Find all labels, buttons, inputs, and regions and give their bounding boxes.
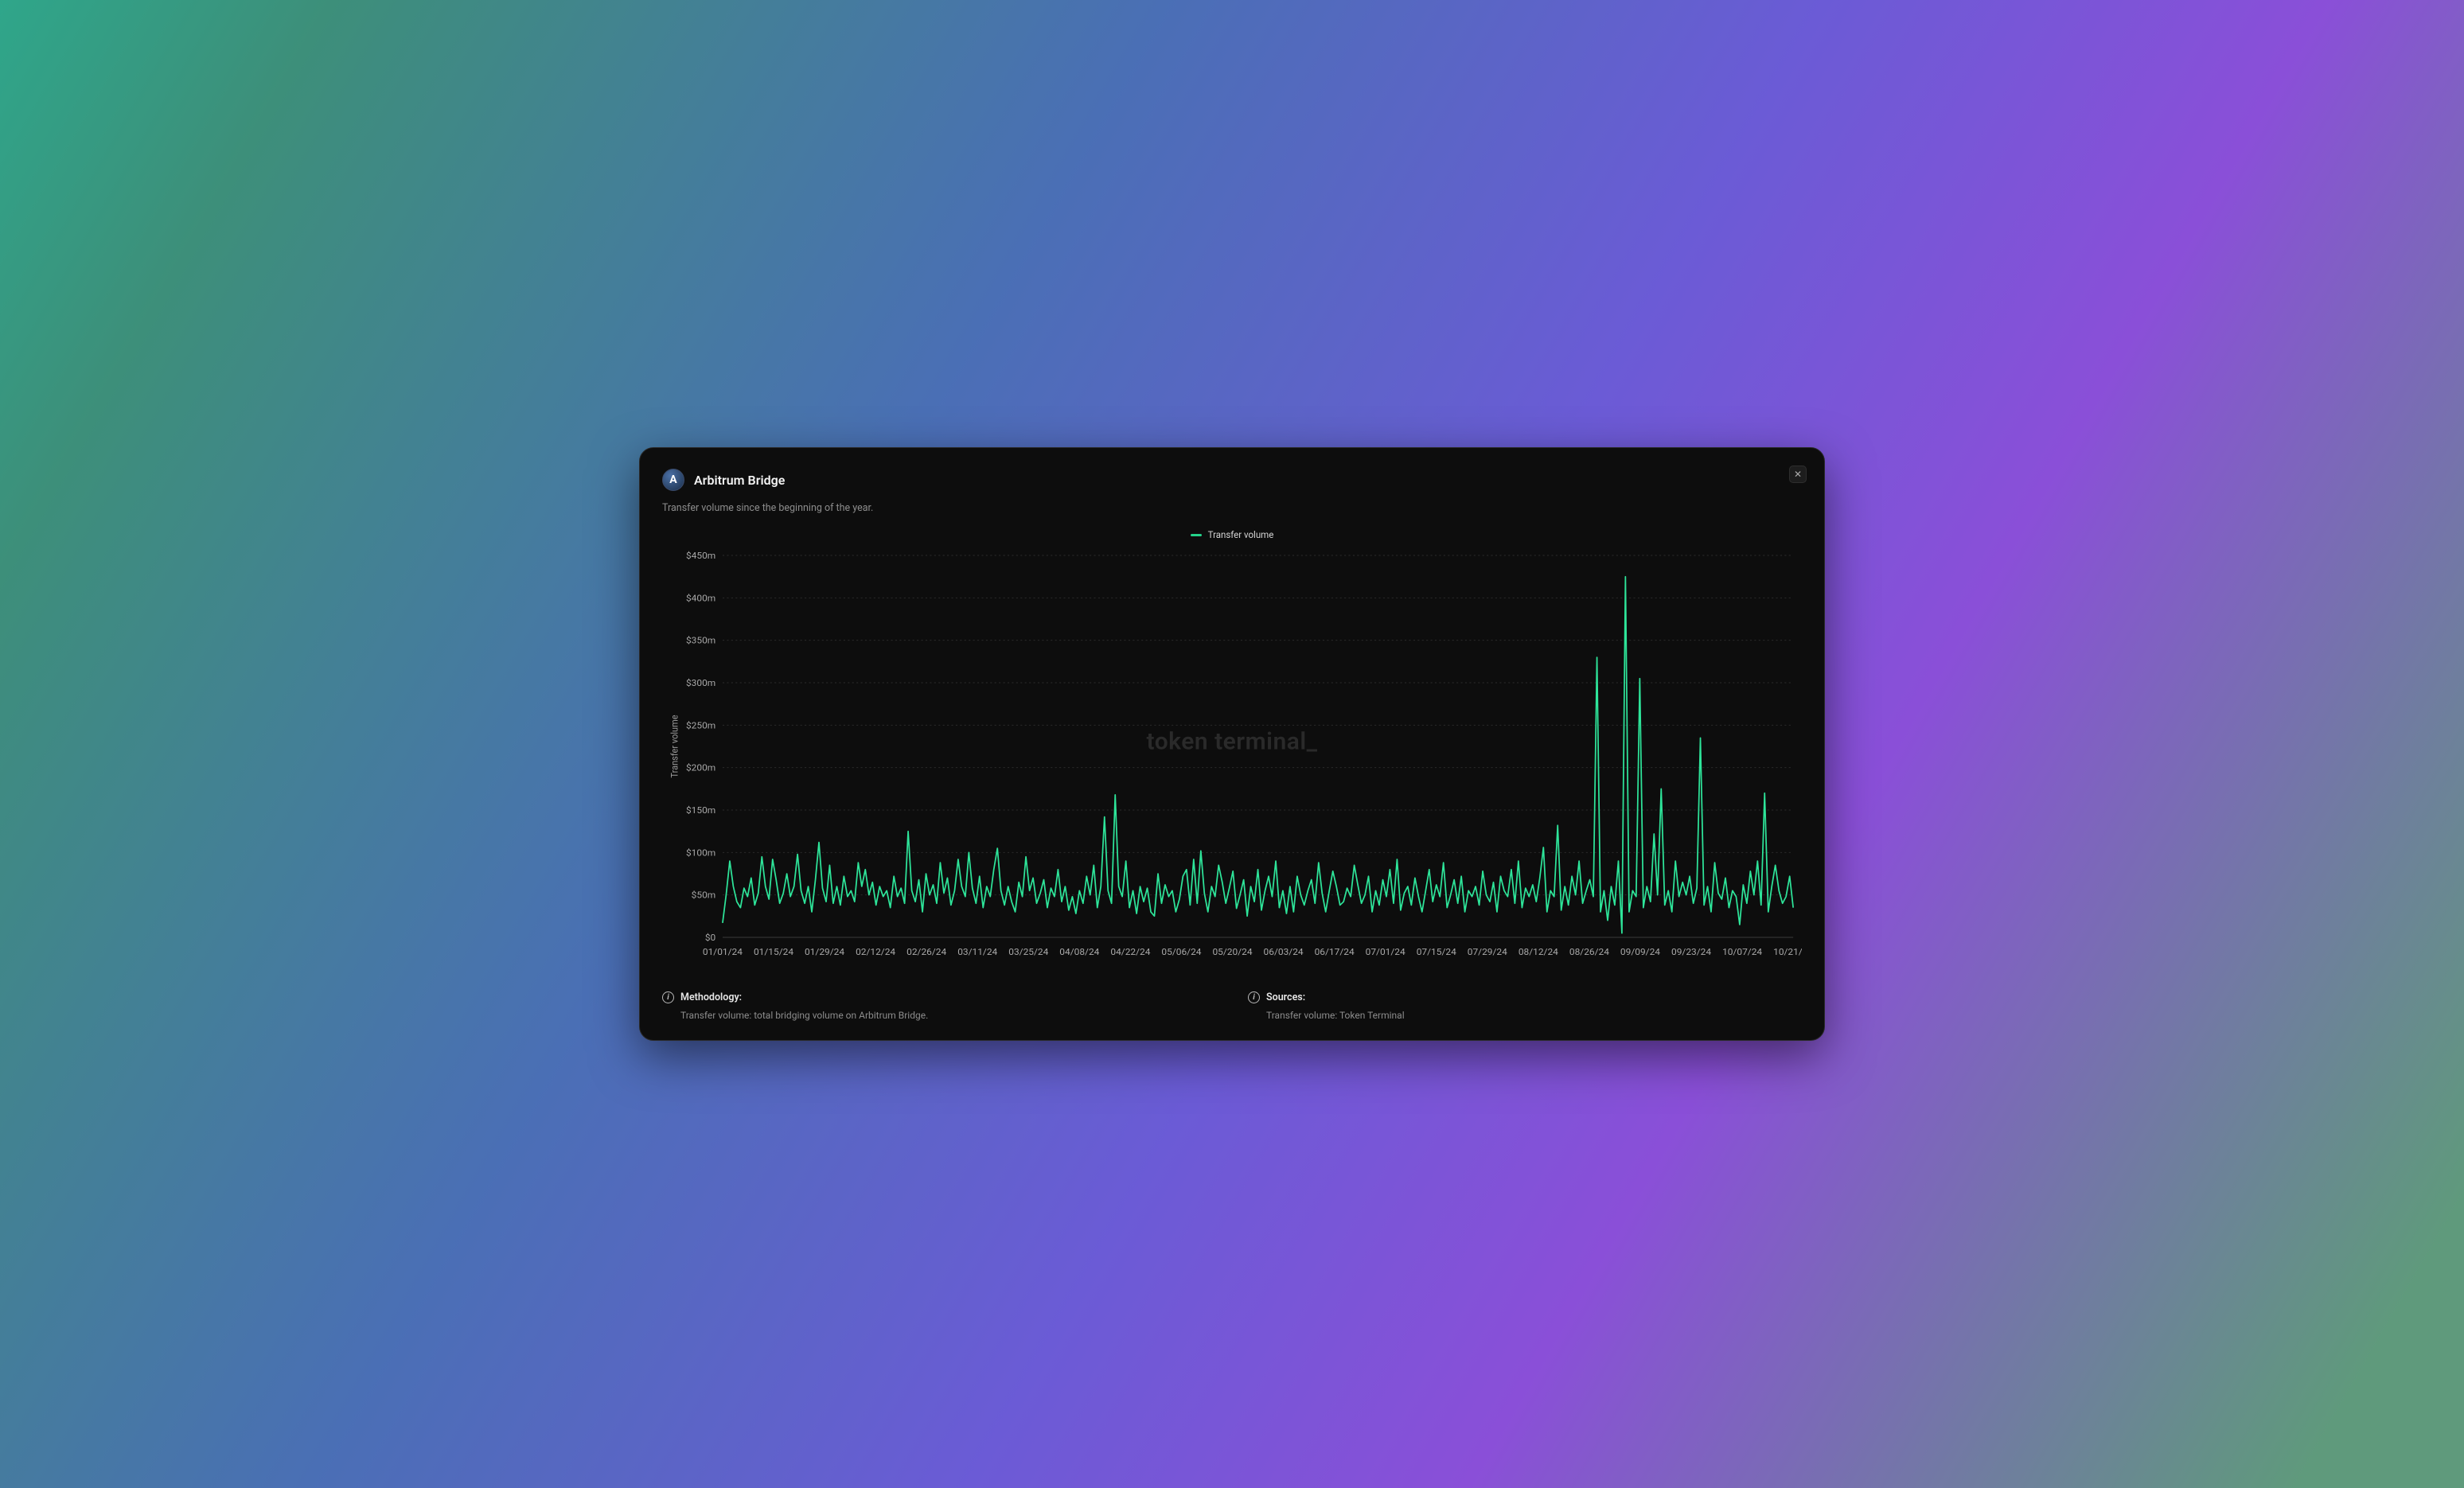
svg-text:07/01/24: 07/01/24 [1366,946,1406,956]
svg-text:02/26/24: 02/26/24 [906,946,947,956]
chart-container: token terminal_ $0$50m$100m$150m$200m$25… [662,547,1802,969]
info-icon: i [662,991,674,1003]
svg-text:10/21/24: 10/21/24 [1773,946,1802,956]
svg-text:04/22/24: 04/22/24 [1110,946,1151,956]
methodology-body: Transfer volume: total bridging volume o… [680,1010,1216,1021]
svg-text:09/23/24: 09/23/24 [1671,946,1712,956]
line-chart: $0 $50m $100m $150m $200m $250m $300m $350m $400… [662,547,1802,969]
svg-text:05/20/24: 05/20/24 [1212,946,1253,956]
svg-text:Transfer volume: Transfer volume [669,715,680,777]
svg-text:$100m: $100m [686,847,715,858]
svg-text:01/29/24: 01/29/24 [805,946,845,956]
svg-text:07/15/24: 07/15/24 [1417,946,1457,956]
footer-methodology: i Methodology: Transfer volume: total br… [662,991,1216,1021]
dashboard-window: ✕ A Arbitrum Bridge Transfer volume sinc… [639,447,1825,1041]
page-title: Arbitrum Bridge [694,473,785,488]
svg-text:06/03/24: 06/03/24 [1264,946,1304,956]
footer: i Methodology: Transfer volume: total br… [662,987,1802,1021]
svg-text:03/25/24: 03/25/24 [1008,946,1049,956]
svg-text:05/06/24: 05/06/24 [1161,946,1202,956]
svg-text:01/01/24: 01/01/24 [703,946,743,956]
close-icon: ✕ [1794,469,1802,480]
legend-label: Transfer volume [1208,529,1274,540]
svg-text:$200m: $200m [686,762,715,773]
svg-text:08/26/24: 08/26/24 [1569,946,1610,956]
svg-text:04/08/24: 04/08/24 [1059,946,1100,956]
svg-text:$0: $0 [705,932,715,942]
svg-text:08/12/24: 08/12/24 [1519,946,1559,956]
sources-body: Transfer volume: Token Terminal [1266,1010,1802,1021]
svg-text:$50m: $50m [692,890,716,900]
svg-text:10/07/24: 10/07/24 [1722,946,1763,956]
svg-text:09/09/24: 09/09/24 [1620,946,1661,956]
svg-text:$400m: $400m [686,593,715,603]
page-subtitle: Transfer volume since the beginning of t… [662,502,1802,514]
svg-text:02/12/24: 02/12/24 [856,946,896,956]
svg-text:01/15/24: 01/15/24 [754,946,794,956]
footer-sources: i Sources: Transfer volume: Token Termin… [1248,991,1802,1021]
svg-text:07/29/24: 07/29/24 [1468,946,1508,956]
chart-legend: Transfer volume [662,525,1802,544]
svg-text:03/11/24: 03/11/24 [957,946,998,956]
svg-text:$150m: $150m [686,804,715,815]
close-button[interactable]: ✕ [1789,465,1807,483]
info-icon: i [1248,991,1260,1003]
svg-text:$450m: $450m [686,550,715,560]
legend-swatch-icon [1191,534,1202,536]
sources-heading: Sources: [1266,991,1305,1003]
svg-text:06/17/24: 06/17/24 [1315,946,1355,956]
header: A Arbitrum Bridge [662,469,1802,491]
svg-text:$250m: $250m [686,720,715,730]
svg-text:$300m: $300m [686,677,715,688]
arbitrum-logo-icon: A [662,469,684,491]
methodology-heading: Methodology: [680,991,742,1003]
svg-text:$350m: $350m [686,635,715,645]
